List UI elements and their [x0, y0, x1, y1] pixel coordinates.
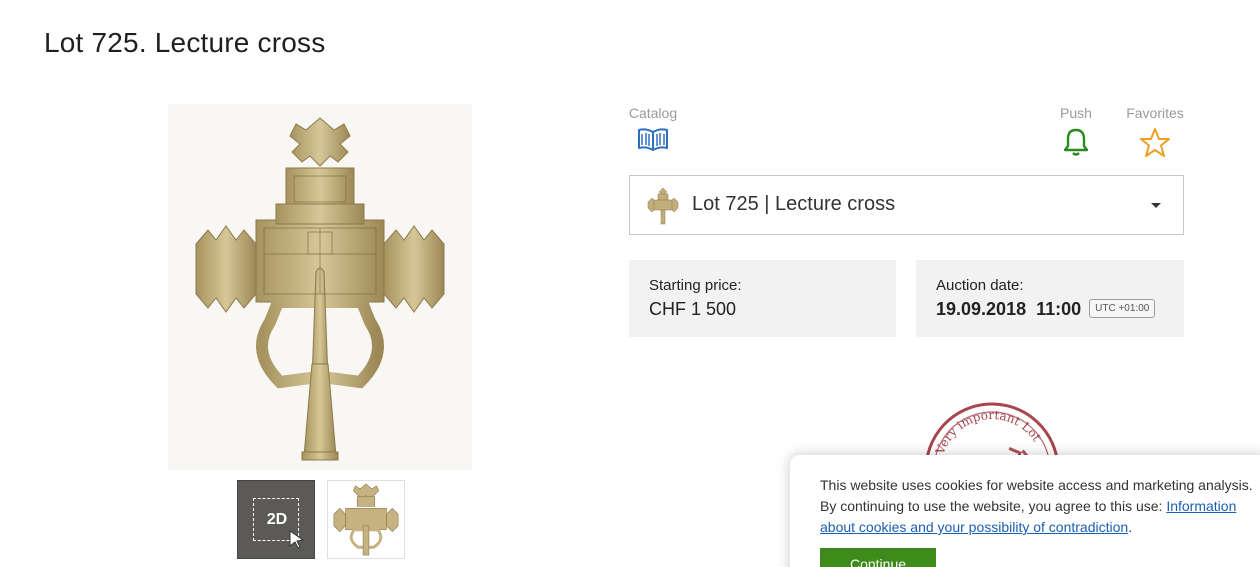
svg-text:Very important Lot: Very important Lot	[928, 401, 1045, 459]
catalog-label: Catalog	[628, 105, 678, 121]
chevron-down-icon	[1151, 203, 1161, 208]
push-label: Push	[1060, 105, 1092, 121]
push-button[interactable]: Push	[1056, 105, 1096, 157]
lot-thumbnail-icon	[647, 187, 679, 225]
bell-icon	[1063, 128, 1089, 156]
favorites-button[interactable]: Favorites	[1124, 105, 1186, 159]
star-icon	[1140, 128, 1170, 157]
cookie-message: This website uses cookies for website ac…	[820, 475, 1260, 538]
catalog-button[interactable]: Catalog	[628, 105, 678, 153]
page-title: Lot 725. Lecture cross	[44, 27, 326, 58]
cursor-icon	[289, 530, 305, 549]
auction-date-box: Auction date: 19.09.2018 11:00 UTC +01:00	[916, 260, 1184, 337]
starting-price-value: CHF 1 500	[649, 299, 737, 319]
cookie-banner: This website uses cookies for website ac…	[790, 455, 1260, 567]
thumbnail-2d-label: 2D	[266, 511, 288, 528]
starting-price-box: Starting price: CHF 1 500	[629, 260, 896, 337]
thumbnail-2d-view[interactable]: 2D	[237, 480, 315, 559]
book-icon	[638, 128, 668, 151]
thumbnail-photo[interactable]	[327, 480, 405, 559]
main-lot-image[interactable]	[168, 104, 472, 470]
lot-select-value: Lot 725 | Lecture cross	[692, 193, 896, 215]
lot-select-dropdown[interactable]: Lot 725 | Lecture cross	[629, 175, 1184, 235]
cross-image	[195, 117, 445, 461]
cookie-suffix: .	[1128, 519, 1133, 535]
auction-time: 11:00	[1036, 299, 1082, 319]
auction-date-label: Auction date:	[936, 277, 1024, 294]
starting-price-label: Starting price:	[649, 277, 742, 294]
thumbnail-cross-image	[333, 483, 399, 556]
auction-date: 19.09.2018	[936, 299, 1027, 319]
timezone-badge: UTC +01:00	[1089, 298, 1156, 318]
auction-date-value: 19.09.2018 11:00 UTC +01:00	[936, 298, 1156, 320]
continue-button[interactable]: Continue	[820, 548, 936, 567]
stamp-text: Very important Lot	[928, 401, 1045, 459]
favorites-label: Favorites	[1126, 105, 1184, 121]
